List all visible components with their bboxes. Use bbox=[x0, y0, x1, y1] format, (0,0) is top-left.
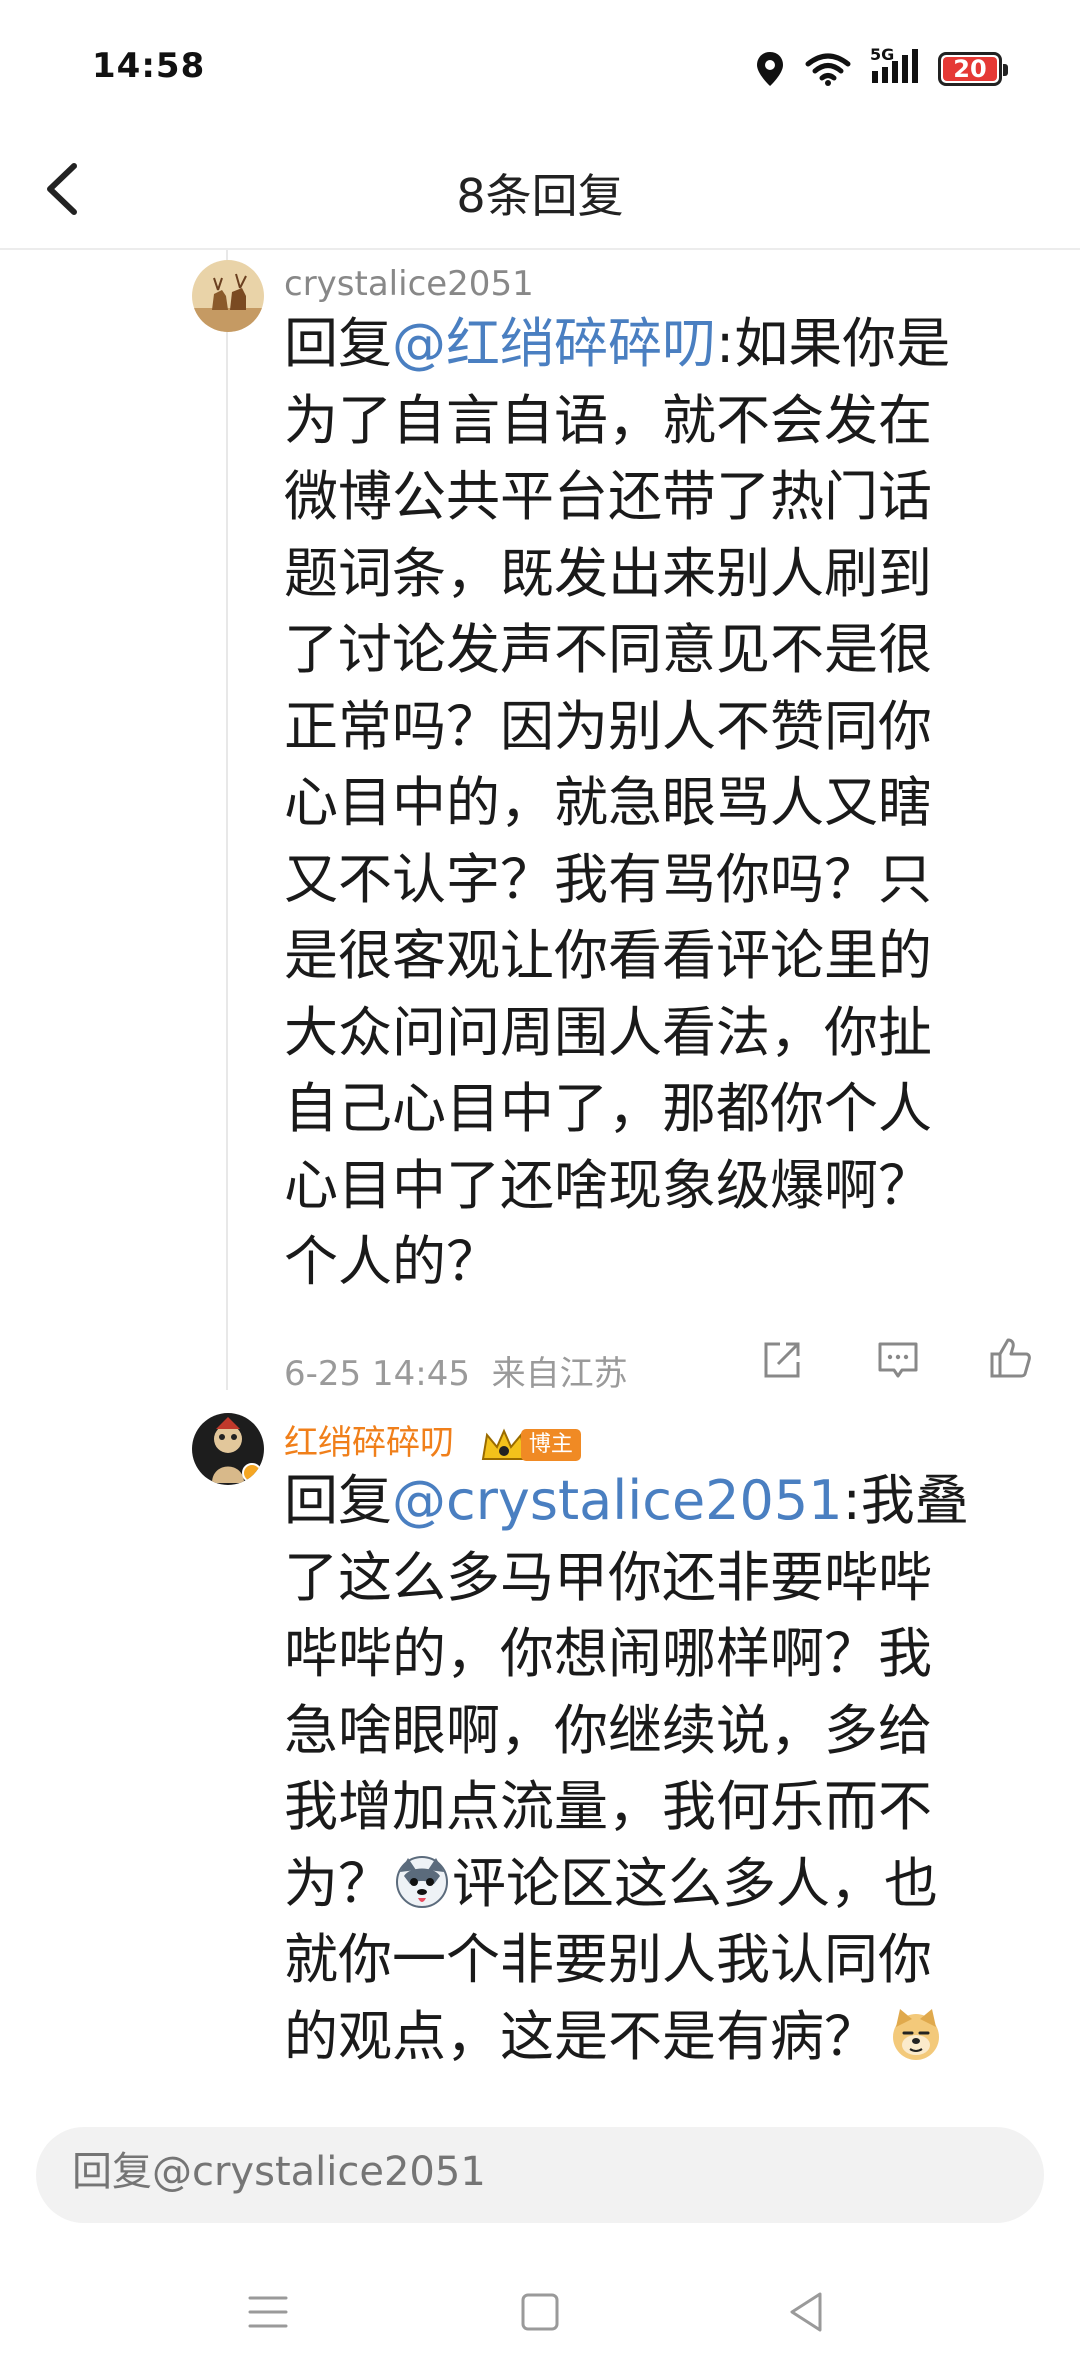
share-icon[interactable] bbox=[758, 1336, 806, 1384]
home-icon[interactable] bbox=[512, 2284, 568, 2340]
system-nav-bar bbox=[0, 2260, 1080, 2373]
comment-meta: 6-25 14:45 来自江苏 bbox=[284, 1354, 628, 1394]
battery-icon: 20 bbox=[938, 52, 1008, 86]
comment-text: 回复@红绡碎碎叨:如果你是 为了自言自语，就不会发在 微博公共平台还带了热门话 … bbox=[284, 312, 951, 1293]
comment-text: 回复@crystalice2051:我叠 了这么多马甲你还非要哔哔 哔哔的，你想… bbox=[284, 1469, 969, 2068]
verified-icon bbox=[242, 1463, 262, 1483]
username[interactable]: crystalice2051 bbox=[284, 264, 534, 304]
comment-icon[interactable] bbox=[874, 1336, 922, 1384]
status-time: 14:58 bbox=[92, 46, 206, 86]
reply-prefix: 回复 bbox=[284, 312, 392, 375]
reply-prefix: 回复 bbox=[284, 1469, 392, 1532]
status-bar: 14:58 5G 20 bbox=[0, 0, 1080, 130]
thread-line bbox=[226, 250, 228, 1390]
status-icons: 5G 20 bbox=[754, 45, 1008, 90]
doge-emoji-icon bbox=[893, 2008, 939, 2060]
header: 8条回复 bbox=[0, 130, 1080, 250]
blogger-badge: 博主 bbox=[520, 1428, 581, 1461]
avatar[interactable] bbox=[192, 1413, 264, 1485]
mention-link[interactable]: @红绡碎碎叨 bbox=[392, 312, 716, 375]
reply-input[interactable] bbox=[72, 2149, 972, 2195]
page-title: 8条回复 bbox=[456, 169, 624, 223]
like-icon[interactable] bbox=[986, 1334, 1034, 1382]
menu-icon[interactable] bbox=[240, 2284, 296, 2340]
husky-emoji-icon bbox=[396, 1855, 448, 1908]
username[interactable]: 红绡碎碎叨 博主 bbox=[284, 1415, 581, 1465]
back-icon[interactable] bbox=[778, 2284, 834, 2340]
location-icon bbox=[757, 52, 783, 86]
mention-link[interactable]: @crystalice2051 bbox=[392, 1469, 843, 1532]
signal-icon: 5G bbox=[870, 45, 920, 89]
avatar[interactable] bbox=[192, 260, 264, 332]
wifi-icon bbox=[805, 53, 851, 86]
reply-bar bbox=[36, 2127, 1044, 2223]
vip-badge: 博主 bbox=[479, 1425, 581, 1465]
battery-level: 20 bbox=[953, 55, 987, 83]
